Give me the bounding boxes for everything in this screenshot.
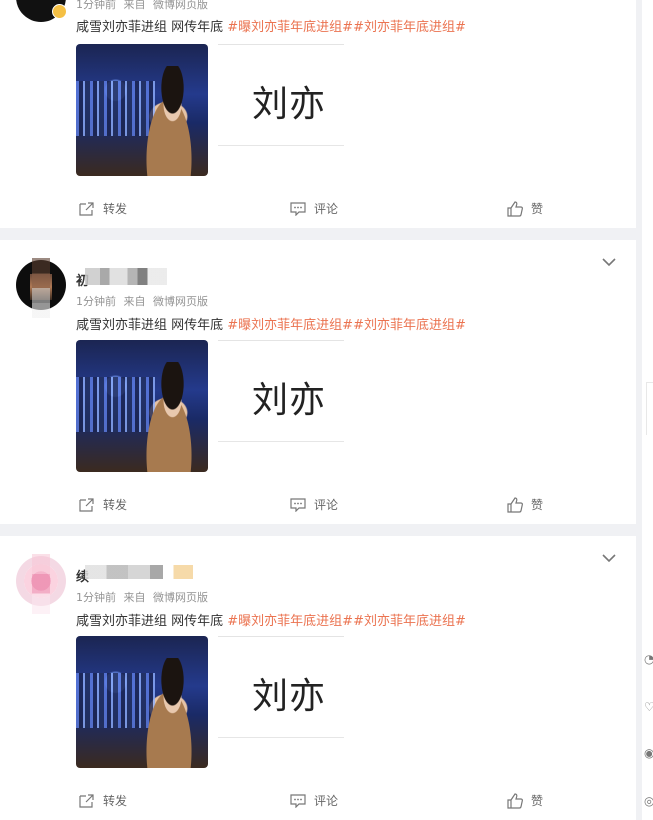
chevron-down-icon[interactable]: [602, 554, 616, 563]
post-body: 咸雪刘亦菲进组 网传年底: [76, 20, 224, 35]
username-blur: [85, 268, 167, 285]
post-photo[interactable]: [76, 44, 208, 176]
post-body: 咸雪刘亦菲进组 网传年底: [76, 614, 224, 629]
verified-badge-icon: [52, 4, 67, 19]
post-source[interactable]: 微博网页版: [153, 0, 208, 11]
repost-button[interactable]: 转发: [78, 792, 127, 809]
repost-button[interactable]: 转发: [78, 200, 127, 217]
sidebar-icon[interactable]: ◉: [644, 746, 653, 760]
like-label: 赞: [531, 794, 544, 808]
avatar-mosaic: [32, 554, 50, 614]
post-time[interactable]: 1分钟前: [76, 0, 116, 11]
comment-label: 评论: [314, 202, 339, 216]
post-card: 续 1分钟前 来自 微博网页版 咸雪刘亦菲进组 网传年底 #曝刘亦菲年底进组##…: [0, 536, 636, 820]
comment-icon: [290, 201, 306, 216]
comment-label: 评论: [314, 498, 339, 512]
post-meta: 1分钟前 来自 微博网页版: [76, 0, 212, 12]
sidebar-icon[interactable]: ◎: [644, 794, 653, 808]
repost-icon: [79, 497, 94, 512]
post-source[interactable]: 微博网页版: [153, 295, 208, 308]
like-button[interactable]: 赞: [507, 792, 543, 809]
comment-label: 评论: [314, 794, 339, 808]
post-image-text[interactable]: 刘亦: [218, 44, 344, 177]
chevron-down-icon[interactable]: [602, 258, 616, 267]
post-text: 咸雪刘亦菲进组 网传年底 #曝刘亦菲年底进组##刘亦菲年底进组#: [76, 16, 466, 35]
photo-figure: [134, 658, 204, 768]
image-caption: 刘亦: [252, 84, 327, 125]
image-caption: 刘亦: [252, 380, 327, 421]
repost-button[interactable]: 转发: [78, 496, 127, 513]
post-photo[interactable]: [76, 636, 208, 768]
post-meta: 1分钟前 来自 微博网页版: [76, 589, 212, 605]
post-actions: 转发 评论 赞: [0, 496, 636, 516]
sidebar-panel-edge: [646, 382, 653, 435]
post-photo[interactable]: [76, 340, 208, 472]
like-button[interactable]: 赞: [507, 200, 543, 217]
like-icon: [507, 200, 523, 217]
repost-icon: [79, 793, 94, 808]
post-actions: 转发 评论 赞: [0, 200, 636, 220]
post-meta: 1分钟前 来自 微博网页版: [76, 293, 212, 309]
image-caption: 刘亦: [252, 676, 327, 717]
post-time[interactable]: 1分钟前: [76, 295, 116, 308]
post-time[interactable]: 1分钟前: [76, 591, 116, 604]
comment-icon: [290, 497, 306, 512]
like-icon: [507, 792, 523, 809]
avatar-mosaic: [32, 258, 50, 318]
post-topics[interactable]: #曝刘亦菲年底进组##刘亦菲年底进组#: [227, 20, 466, 35]
post-actions: 转发 评论 赞: [0, 792, 636, 812]
post-topics[interactable]: #曝刘亦菲年底进组##刘亦菲年底进组#: [227, 318, 466, 333]
repost-icon: [79, 201, 94, 216]
image-rule: [218, 145, 344, 146]
repost-label: 转发: [103, 794, 128, 808]
comment-icon: [290, 793, 306, 808]
post-image-text[interactable]: 刘亦: [218, 340, 344, 473]
repost-label: 转发: [103, 498, 128, 512]
post-from-label: 来自: [123, 0, 146, 11]
post-body: 咸雪刘亦菲进组 网传年底: [76, 318, 224, 333]
like-icon: [507, 496, 523, 513]
comment-button[interactable]: 评论: [290, 200, 338, 217]
photo-figure: [134, 66, 204, 176]
post-text: 咸雪刘亦菲进组 网传年底 #曝刘亦菲年底进组##刘亦菲年底进组#: [76, 314, 466, 333]
like-label: 赞: [531, 202, 544, 216]
sidebar-icon[interactable]: ♡: [644, 700, 653, 714]
post-source[interactable]: 微博网页版: [153, 591, 208, 604]
comment-button[interactable]: 评论: [290, 792, 338, 809]
comment-button[interactable]: 评论: [290, 496, 338, 513]
post-image-text[interactable]: 刘亦: [218, 636, 344, 769]
post-card: 初 1分钟前 来自 微博网页版 咸雪刘亦菲进组 网传年底 #曝刘亦菲年底进组##…: [0, 240, 636, 524]
post-card: 1分钟前 来自 微博网页版 咸雪刘亦菲进组 网传年底 #曝刘亦菲年底进组##刘亦…: [0, 0, 636, 228]
image-rule: [218, 441, 344, 442]
like-button[interactable]: 赞: [507, 496, 543, 513]
repost-label: 转发: [103, 202, 128, 216]
image-rule: [218, 737, 344, 738]
post-topics[interactable]: #曝刘亦菲年底进组##刘亦菲年底进组#: [227, 614, 466, 629]
sidebar-icon[interactable]: ◔: [644, 652, 653, 666]
post-from-label: 来自: [123, 591, 146, 604]
photo-figure: [134, 362, 204, 472]
post-from-label: 来自: [123, 295, 146, 308]
username-blur: [85, 565, 193, 579]
like-label: 赞: [531, 498, 544, 512]
post-text: 咸雪刘亦菲进组 网传年底 #曝刘亦菲年底进组##刘亦菲年底进组#: [76, 610, 466, 629]
